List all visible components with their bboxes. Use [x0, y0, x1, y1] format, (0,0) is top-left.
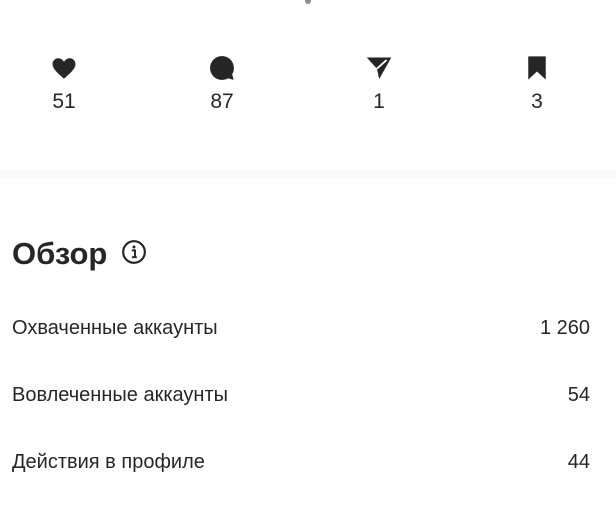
metric-label: Охваченные аккаунты [12, 316, 218, 339]
insights-page: 51 87 1 3 Обзор Охваченные аккаунты 1 26… [0, 0, 616, 526]
share-icon [365, 54, 393, 82]
likes-count: 51 [52, 90, 76, 113]
overview-header: Обзор [12, 234, 147, 274]
post-stats-row: 51 87 1 3 [0, 54, 616, 124]
metric-value: 1 260 [539, 316, 590, 339]
likes-stat[interactable]: 51 [24, 54, 104, 114]
bookmark-icon [523, 54, 551, 82]
shares-count: 1 [373, 90, 385, 113]
overview-title: Обзор [12, 236, 108, 271]
saves-count: 3 [531, 90, 543, 113]
metric-row-accounts-reached[interactable]: Охваченные аккаунты 1 260 [12, 313, 590, 343]
info-icon[interactable] [121, 239, 147, 265]
top-cropped-mark [305, 0, 311, 4]
metric-value: 44 [567, 450, 590, 473]
comments-count: 87 [210, 90, 234, 113]
metric-label: Действия в профиле [12, 450, 205, 473]
section-divider [0, 170, 616, 179]
comments-stat[interactable]: 87 [182, 54, 262, 114]
saves-stat[interactable]: 3 [497, 54, 577, 114]
metric-value: 54 [567, 383, 590, 406]
heart-icon [50, 54, 78, 82]
metric-row-profile-activity[interactable]: Действия в профиле 44 [12, 447, 590, 477]
metric-label: Вовлеченные аккаунты [12, 383, 228, 406]
metric-row-accounts-engaged[interactable]: Вовлеченные аккаунты 54 [12, 380, 590, 410]
comment-icon [208, 54, 236, 82]
shares-stat[interactable]: 1 [339, 54, 419, 114]
